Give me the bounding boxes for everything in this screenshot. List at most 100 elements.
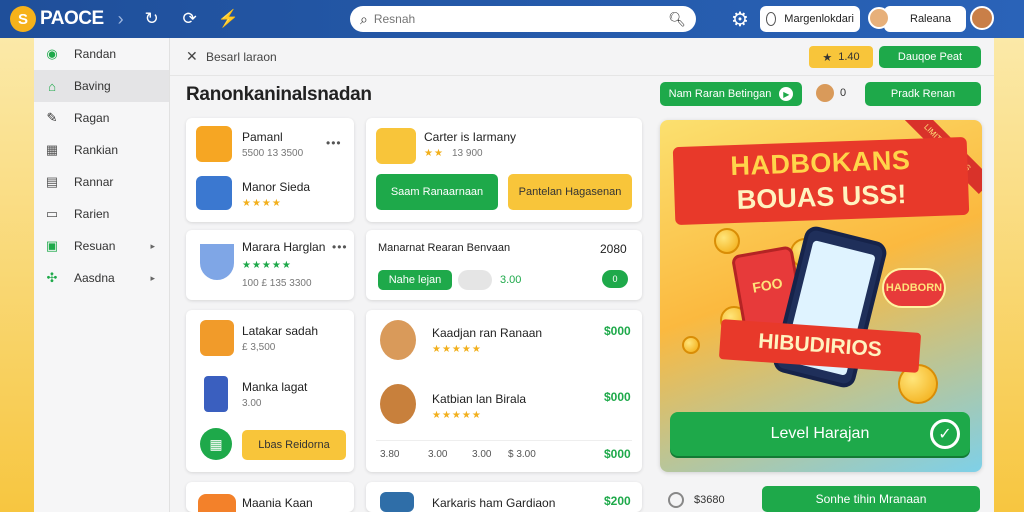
sidebar: ◉ Randan ⌂ Baving ✎ Ragan ▦ Rankian ▤ Ra… xyxy=(34,38,170,512)
refresh-icon[interactable]: ↻ xyxy=(142,9,162,29)
stat-toggle[interactable] xyxy=(458,270,492,290)
breadcrumb: Besarl laraon xyxy=(206,50,277,64)
avatar[interactable] xyxy=(816,84,834,102)
user-pill[interactable]: Raleana xyxy=(884,6,966,32)
search-icon[interactable]: 🔍︎ xyxy=(668,11,686,28)
sidebar-item-rarien[interactable]: ▭ Rarien xyxy=(34,198,169,230)
bottom-action-button[interactable]: Sonhe tihin Mranaan xyxy=(762,486,980,512)
more-icon[interactable]: ••• xyxy=(332,240,348,254)
card-action-button[interactable]: Lbas Reidorna xyxy=(242,430,346,460)
promo-banner[interactable]: LIMITED BONUS HADBOKANS BOUAS USS! FOO H… xyxy=(660,120,982,472)
list-card[interactable]: Karkaris ham Gardiaon $200 xyxy=(366,482,642,512)
count-label: 0 xyxy=(840,87,847,99)
product-card[interactable]: Latakar sadah £ 3,500 Manka lagat 3.00 ▦… xyxy=(186,310,354,472)
calculator-icon[interactable]: ▦ xyxy=(200,428,232,460)
right-action-button[interactable]: Pradk Renan xyxy=(865,82,981,106)
lightning-icon[interactable]: ⚡ xyxy=(218,9,239,29)
avatar xyxy=(380,320,416,360)
filter-icon: ⌕ xyxy=(360,10,368,27)
device-icon xyxy=(204,376,228,412)
product-subtitle: 5500 13 3500 xyxy=(242,148,304,159)
offer-green-button[interactable]: Saam Ranaarnaan xyxy=(376,174,498,210)
search-bar[interactable]: ⌕ 🔍︎ xyxy=(350,6,696,32)
app-name: PAOCE xyxy=(40,8,104,29)
product-card[interactable]: Marara Harglan ••• ★★★★★ 100 £ 135 3300 xyxy=(186,230,354,300)
footer-value: 3.00 xyxy=(428,449,448,460)
coin-value: 1.40 xyxy=(838,51,860,63)
stat-title: Manarnat Rearan Benvaan xyxy=(378,242,511,254)
breadcrumb-bar: ✕ Besarl laraon ★ 1.40 Dauqoe Peat xyxy=(170,38,994,76)
sidebar-item-label: Rankian xyxy=(74,143,119,157)
sidebar-item-aasdna[interactable]: ✣ Aasdna ▸ xyxy=(34,262,169,294)
star-icon: ★ xyxy=(822,51,833,64)
offer-card[interactable]: Carter is Iarmany ★★ 13 900 Saam Ranaarn… xyxy=(366,118,642,222)
product-subtitle: £ 3,500 xyxy=(242,342,276,353)
star-rating: ★★ xyxy=(424,148,444,159)
product-card[interactable]: Maania Kaan xyxy=(186,482,354,512)
more-icon[interactable]: ••• xyxy=(326,136,342,150)
sidebar-item-ragan[interactable]: ✎ Ragan xyxy=(34,102,169,134)
promo-cta-button[interactable]: Level Harajan ✓ xyxy=(670,412,970,456)
list-item-title: Kaadjan ran Ranaan xyxy=(432,326,543,340)
star-rating: ★★★★★ xyxy=(242,260,292,271)
offer-yellow-button[interactable]: Pantelan Hagasenan xyxy=(508,174,632,210)
promo-subhead: HIBUDIRIOS xyxy=(718,319,922,373)
list-item-price: $000 xyxy=(604,324,631,338)
close-icon[interactable]: ✕ xyxy=(186,48,198,65)
coin-icon xyxy=(682,336,700,354)
sidebar-item-rannar[interactable]: ▤ Rannar xyxy=(34,166,169,198)
sidebar-item-label: Ragan xyxy=(74,111,110,125)
promo-headline-2: BOUAS USS! xyxy=(736,179,907,215)
product-card[interactable]: Pamanl 5500 13 3500 ••• Manor Sieda ★★★★ xyxy=(186,118,354,222)
chevron-right-icon[interactable]: ▸ xyxy=(150,273,155,284)
main-content: ✕ Besarl laraon ★ 1.40 Dauqoe Peat Ranon… xyxy=(170,38,994,512)
chevron-right-icon: › xyxy=(117,8,124,29)
product-title: Manka lagat xyxy=(242,380,308,394)
chevron-right-icon[interactable]: ▸ xyxy=(150,241,155,252)
sidebar-item-randan[interactable]: ◉ Randan xyxy=(34,38,169,70)
sidebar-item-rankian[interactable]: ▦ Rankian xyxy=(34,134,169,166)
app-logo[interactable]: S PAOCE xyxy=(10,6,104,32)
sync-icon[interactable]: ⟳ xyxy=(180,9,200,29)
sidebar-item-label: Randan xyxy=(74,47,117,61)
footer-value: 3.80 xyxy=(380,449,400,460)
promo-cta-label: Level Harajan xyxy=(770,425,870,442)
notification-pill[interactable]: Margenlokdari xyxy=(760,6,860,32)
header-action-button[interactable]: Dauqoe Peat xyxy=(879,46,981,68)
footer-price: $000 xyxy=(604,447,631,461)
star-rating: ★★★★★ xyxy=(432,410,482,421)
secondary-action-button[interactable]: Nam Raran Betingan ▶ xyxy=(660,82,802,106)
stat-toggle-count[interactable]: 0 xyxy=(602,270,628,288)
puzzle-icon: ✣ xyxy=(46,270,58,285)
bowl-icon xyxy=(200,244,234,280)
sidebar-item-label: Aasdna xyxy=(74,271,115,285)
sidebar-item-resuan[interactable]: ▣ Resuan ▸ xyxy=(34,230,169,262)
stat-card[interactable]: Manarnat Rearan Benvaan 2080 Nahe lejan … xyxy=(366,230,642,300)
page-title: Ranonkaninalsnadan xyxy=(186,84,372,105)
offer-title: Carter is Iarmany xyxy=(424,130,517,144)
avatar-secondary[interactable] xyxy=(970,6,994,30)
pencil-icon: ✎ xyxy=(46,110,58,125)
product-thumbnail xyxy=(198,494,236,512)
product-title: Marara Harglan xyxy=(242,240,326,254)
product-title: Manor Sieda xyxy=(242,180,311,194)
product-thumbnail xyxy=(196,126,232,162)
footer-value: 3.00 xyxy=(472,449,492,460)
folder-icon: ▭ xyxy=(45,206,59,221)
list-item-title: Katbian lan Birala xyxy=(432,392,527,406)
avatar[interactable] xyxy=(868,7,890,29)
list-card[interactable]: Kaadjan ran Ranaan ★★★★★ $000 Katbian la… xyxy=(366,310,642,472)
check-icon: ✓ xyxy=(930,419,960,449)
footer-value: $ 3.00 xyxy=(508,449,536,460)
sidebar-item-label: Resuan xyxy=(74,239,116,253)
product-thumbnail xyxy=(196,176,232,210)
sidebar-item-baving[interactable]: ⌂ Baving xyxy=(34,70,169,102)
stat-pill-button[interactable]: Nahe lejan xyxy=(378,270,452,290)
coin-balance[interactable]: ★ 1.40 xyxy=(809,46,873,68)
chart-icon: ▤ xyxy=(45,174,59,189)
refresh-icon[interactable] xyxy=(668,492,684,508)
gear-icon[interactable]: ⚙ xyxy=(731,7,749,32)
play-icon: ▶ xyxy=(779,87,794,101)
list-item-title: Karkaris ham Gardiaon xyxy=(432,496,556,510)
search-input[interactable] xyxy=(373,12,669,26)
